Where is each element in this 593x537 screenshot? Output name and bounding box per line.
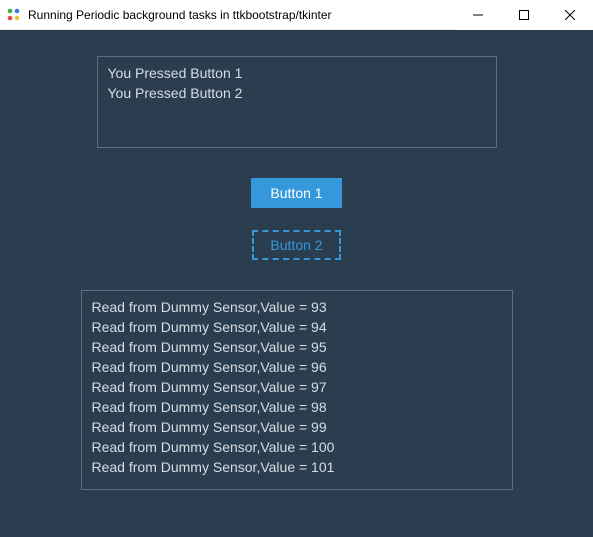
button-2[interactable]: Button 2 — [252, 230, 340, 260]
titlebar: Running Periodic background tasks in ttk… — [0, 0, 593, 30]
maximize-button[interactable] — [501, 0, 547, 30]
log-line: Read from Dummy Sensor,Value = 100 — [92, 437, 502, 457]
app-icon — [6, 7, 22, 23]
minimize-button[interactable] — [455, 0, 501, 30]
log-line: Read from Dummy Sensor,Value = 93 — [92, 297, 502, 317]
log-line: Read from Dummy Sensor,Value = 95 — [92, 337, 502, 357]
button-2-label: Button 2 — [270, 237, 322, 253]
log-line: Read from Dummy Sensor,Value = 97 — [92, 377, 502, 397]
log-line: Read from Dummy Sensor,Value = 98 — [92, 397, 502, 417]
log-line: Read from Dummy Sensor,Value = 101 — [92, 457, 502, 477]
log-panel: Read from Dummy Sensor,Value = 93 Read f… — [81, 290, 513, 490]
output-line: You Pressed Button 2 — [108, 83, 486, 103]
log-line: Read from Dummy Sensor,Value = 96 — [92, 357, 502, 377]
close-button[interactable] — [547, 0, 593, 30]
window-title: Running Periodic background tasks in ttk… — [28, 8, 455, 22]
titlebar-buttons — [455, 0, 593, 30]
log-line: Read from Dummy Sensor,Value = 94 — [92, 317, 502, 337]
client-area: You Pressed Button 1 You Pressed Button … — [0, 30, 593, 537]
button-1-label: Button 1 — [270, 185, 322, 201]
output-panel: You Pressed Button 1 You Pressed Button … — [97, 56, 497, 148]
output-line: You Pressed Button 1 — [108, 63, 486, 83]
button-1[interactable]: Button 1 — [251, 178, 341, 208]
app-window: Running Periodic background tasks in ttk… — [0, 0, 593, 537]
log-line: Read from Dummy Sensor,Value = 99 — [92, 417, 502, 437]
